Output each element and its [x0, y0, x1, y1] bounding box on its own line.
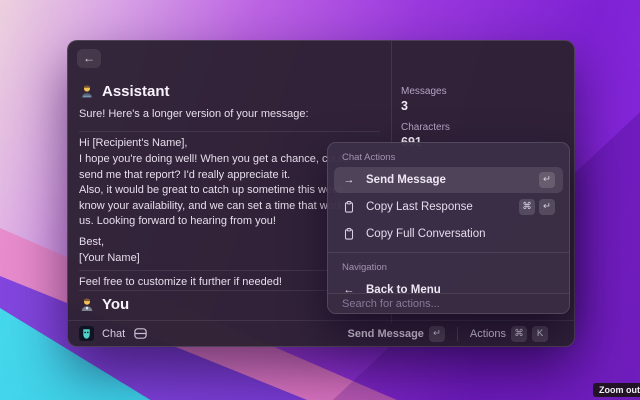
- chat-app-icon: [79, 326, 94, 341]
- chat-line: [Your Name]: [79, 251, 140, 267]
- chat-outro: Feel free to customize it further if nee…: [79, 275, 282, 291]
- chat-line: Best,: [79, 235, 140, 251]
- assistant-title: Assistant: [102, 83, 170, 100]
- chat-intro: Sure! Here's a longer version of your me…: [79, 107, 309, 123]
- split-view-icon[interactable]: [133, 326, 148, 341]
- divider: [328, 252, 569, 253]
- section-title-navigation: Navigation: [342, 262, 555, 273]
- chat-signoff: Best, [Your Name]: [79, 235, 140, 266]
- you-title: You: [102, 296, 129, 313]
- messages-value: 3: [401, 99, 408, 113]
- you-message-header: You: [79, 296, 129, 313]
- office-worker-emoji-icon: [79, 297, 95, 313]
- footer-separator: [457, 327, 458, 341]
- k-key-badge: K: [532, 326, 548, 342]
- action-item-send-message[interactable]: → Send Message ↵: [334, 167, 563, 193]
- chat-line: send me that report? I'd really apprecia…: [79, 168, 348, 184]
- clipboard-icon: [342, 227, 356, 241]
- chat-greeting: Hi [Recipient's Name],: [79, 136, 187, 152]
- chat-line: Also, it would be great to catch up some…: [79, 183, 348, 199]
- assistant-message-header: Assistant: [79, 83, 170, 100]
- command-key-badge: ⌘: [511, 326, 527, 342]
- return-key-badge: ↵: [429, 326, 445, 342]
- actions-search-input[interactable]: [328, 295, 569, 314]
- return-key-badge: ↵: [539, 199, 555, 215]
- messages-label: Messages: [401, 86, 447, 97]
- action-label: Send Message: [366, 174, 529, 186]
- characters-label: Characters: [401, 122, 450, 133]
- chat-line: know your availability, and we can set a…: [79, 199, 348, 215]
- clipboard-icon: [342, 200, 356, 214]
- zoom-out-tooltip: Zoom out on: [593, 383, 640, 397]
- actions-search-bar: [328, 293, 569, 313]
- command-key-badge: ⌘: [519, 199, 535, 215]
- chat-paragraph: Also, it would be great to catch up some…: [79, 183, 348, 230]
- send-message-button[interactable]: Send Message ↵: [344, 324, 449, 344]
- chat-paragraph: I hope you're doing well! When you get a…: [79, 152, 348, 183]
- arrow-right-icon: →: [342, 174, 356, 186]
- screen: ← Assistant Sure! Here's a longer versio…: [0, 0, 640, 400]
- actions-list: Chat Actions → Send Message ↵ Copy Last …: [328, 143, 569, 295]
- back-button[interactable]: ←: [77, 49, 101, 68]
- action-label: Copy Last Response: [366, 201, 509, 213]
- footer-app-label: Chat: [102, 328, 125, 340]
- actions-label: Actions: [470, 328, 506, 340]
- chat-line: us. Looking forward to hearing from you!: [79, 214, 348, 230]
- send-message-label: Send Message: [348, 328, 424, 340]
- divider: [79, 131, 380, 132]
- footer-bar: Chat Send Message ↵ Actions ⌘ K: [68, 320, 574, 346]
- technologist-emoji-icon: [79, 84, 95, 100]
- chat-line: I hope you're doing well! When you get a…: [79, 152, 348, 168]
- action-item-copy-full-conversation[interactable]: Copy Full Conversation: [334, 221, 563, 247]
- action-label: Copy Full Conversation: [366, 228, 555, 240]
- section-title-chat-actions: Chat Actions: [342, 152, 555, 163]
- action-item-copy-last-response[interactable]: Copy Last Response ⌘ ↵: [334, 194, 563, 220]
- actions-panel: Chat Actions → Send Message ↵ Copy Last …: [327, 142, 570, 314]
- return-key-badge: ↵: [539, 172, 555, 188]
- actions-button[interactable]: Actions ⌘ K: [466, 324, 552, 344]
